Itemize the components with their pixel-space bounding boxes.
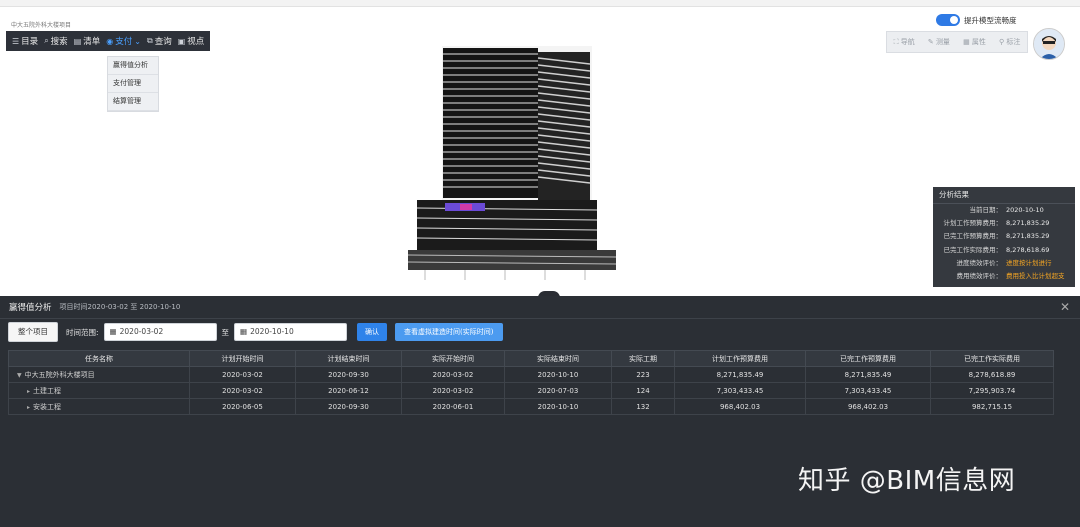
table-row[interactable]: ▼ 中大五院外科大楼项目 2020-03-02 2020-09-30 2020-0…	[8, 366, 1054, 383]
result-row: 计划工作预算费用： 8,271,835.29	[943, 219, 1050, 228]
caret-down-icon[interactable]: ▼	[17, 372, 22, 379]
column-header[interactable]: 计划工作预算费用	[674, 350, 806, 367]
measure-button[interactable]: ✎ 测量	[928, 37, 950, 47]
navigation-icon: ⛶	[893, 38, 899, 46]
filter-bar: 整个项目 时间范围: ▦ 2020-03-02 至 ▦ 2020-10-10 确…	[8, 322, 503, 342]
result-row: 已完工作预算费用： 8,271,835.29	[943, 232, 1050, 241]
toolbar-catalog-button[interactable]: ☰ 目录	[12, 35, 38, 48]
calendar-icon: ▦	[240, 327, 248, 336]
search-icon: ⌕	[44, 36, 49, 45]
table-icon: ▤	[73, 36, 82, 46]
menu-item-payment-management[interactable]: 支付管理	[108, 75, 158, 93]
pin-icon: ⚲	[999, 38, 1005, 46]
caret-right-icon[interactable]: ▸	[27, 388, 30, 395]
viewpoint-icon: ▣	[177, 36, 186, 46]
smoothness-toggle[interactable]	[936, 14, 960, 26]
status-badge: 进度按计划进行	[1006, 258, 1052, 267]
menu-item-earned-value[interactable]: 赢得值分析	[108, 57, 158, 75]
menu-item-settlement-management[interactable]: 结算管理	[108, 93, 158, 111]
query-icon: ⧉	[146, 36, 153, 45]
main-toolbar: ☰ 目录 ⌕ 搜索 ▤ 清单 ◉ 支付 ⌄ ⧉ 查询 ▣ 视点	[6, 31, 211, 51]
avatar[interactable]	[1033, 28, 1065, 60]
column-header[interactable]: 实际开始时间	[401, 350, 505, 367]
analysis-result-panel: 分析结果 当前日期： 2020-10-10 计划工作预算费用： 8,271,835.…	[933, 187, 1075, 287]
time-range-label: 时间范围:	[66, 327, 99, 337]
column-header[interactable]: 已完工作实际费用	[930, 350, 1054, 367]
bookmarks-bar	[0, 0, 1080, 7]
project-title: 中大五院外科大楼项目	[11, 22, 72, 29]
column-header[interactable]: 计划开始时间	[189, 350, 296, 367]
earned-value-table: 任务名称 计划开始时间 计划结束时间 实际开始时间 实际结束时间 实际工期 计划…	[8, 350, 1054, 415]
bim-building-model[interactable]	[405, 40, 620, 282]
status-badge: 费用投入比计划超支	[1006, 271, 1065, 280]
toolbar-viewpoint-button[interactable]: ▣ 视点	[177, 35, 205, 48]
calendar-icon: ▦	[109, 327, 117, 336]
right-toolbar: ⛶ 导航 ✎ 测量 ▦ 属性 ⚲ 标注	[886, 31, 1028, 53]
whole-project-button[interactable]: 整个项目	[8, 322, 58, 342]
payment-dropdown-menu: 赢得值分析 支付管理 结算管理	[107, 56, 159, 112]
analysis-result-title: 分析结果	[933, 187, 1075, 204]
caret-right-icon[interactable]: ▸	[27, 404, 30, 411]
table-header-row: 任务名称 计划开始时间 计划结束时间 实际开始时间 实际结束时间 实际工期 计划…	[8, 350, 1054, 367]
panel-title: 赢得值分析	[9, 303, 52, 313]
panel-header: 赢得值分析 项目时间2020-03-02 至 2020-10-10	[0, 296, 1080, 319]
properties-icon: ▦	[963, 38, 970, 46]
to-label: 至	[221, 327, 230, 337]
result-row: 已完工作实际费用： 8,278,618.69	[943, 245, 1050, 254]
user-avatar-icon	[1034, 29, 1064, 59]
toolbar-list-button[interactable]: ▤ 清单	[73, 35, 101, 48]
column-header[interactable]: 实际结束时间	[504, 350, 612, 367]
watermark: 知乎 @BIM信息网	[798, 466, 1016, 496]
smoothness-toggle-group: 提升模型流畅度	[936, 14, 1017, 26]
column-header[interactable]: 计划结束时间	[295, 350, 402, 367]
navigation-button[interactable]: ⛶ 导航	[894, 37, 915, 47]
properties-button[interactable]: ▦ 属性	[963, 37, 986, 47]
result-row: 当前日期： 2020-10-10	[969, 206, 1044, 214]
start-date-input[interactable]: ▦ 2020-03-02	[103, 323, 217, 341]
chevron-down-icon: ⌄	[134, 36, 141, 46]
toolbar-payment-button[interactable]: ◉ 支付 ⌄	[106, 35, 141, 48]
annotate-button[interactable]: ⚲ 标注	[999, 37, 1020, 47]
view-virtual-construction-button[interactable]: 查看虚拟建造时间(实际时间)	[395, 323, 503, 341]
project-period: 项目时间2020-03-02 至 2020-10-10	[59, 303, 181, 311]
ruler-icon: ✎	[927, 38, 934, 46]
end-date-input[interactable]: ▦ 2020-10-10	[234, 323, 348, 341]
smoothness-toggle-label: 提升模型流畅度	[964, 15, 1017, 25]
list-icon: ☰	[12, 36, 20, 46]
column-header[interactable]: 任务名称	[8, 350, 190, 367]
column-header[interactable]: 已完工作预算费用	[805, 350, 931, 367]
result-row: 费用绩效评价： 费用投入比计划超支	[933, 270, 1075, 283]
table-row[interactable]: ▸ 安装工程 2020-06-05 2020-09-30 2020-06-01 2…	[8, 398, 1054, 415]
table-row[interactable]: ▸ 土建工程 2020-03-02 2020-06-12 2020-03-02 2…	[8, 382, 1054, 399]
close-icon[interactable]: ✕	[1060, 300, 1070, 314]
toolbar-search-button[interactable]: ⌕ 搜索	[44, 35, 68, 47]
result-row: 进度绩效评价： 进度按计划进行	[933, 257, 1075, 270]
column-header[interactable]: 实际工期	[611, 350, 675, 367]
toolbar-query-button[interactable]: ⧉ 查询	[147, 35, 172, 47]
target-icon: ◉	[106, 36, 114, 46]
confirm-button[interactable]: 确认	[357, 323, 388, 341]
